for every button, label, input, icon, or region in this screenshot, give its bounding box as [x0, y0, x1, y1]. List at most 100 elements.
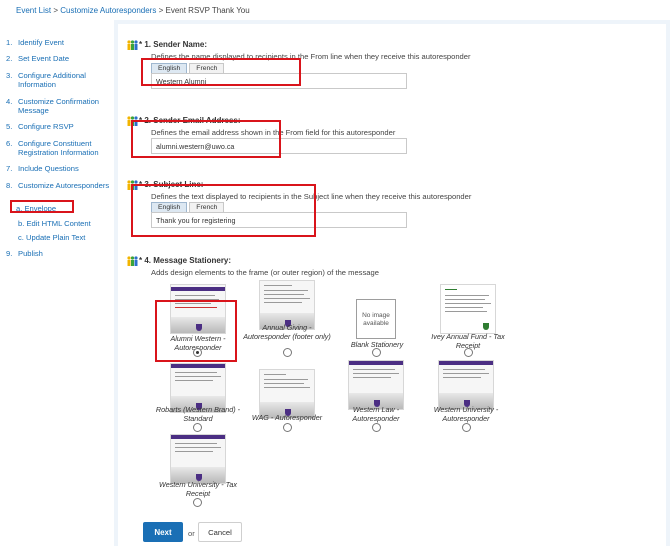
sidebar-item-number: 1.: [6, 38, 13, 47]
sidebar-item-number: 8.: [6, 181, 13, 190]
sidebar-item-number: 2.: [6, 54, 13, 63]
stationery-label: Robarts (Western Brand) - Standard: [155, 405, 241, 423]
thumbnail-line: [264, 285, 292, 286]
sidebar-item-number: 9.: [6, 249, 13, 258]
thumbnail-line: [175, 443, 217, 444]
breadcrumb-customize-autoresponders[interactable]: Customize Autoresponders: [60, 6, 156, 15]
thumbnail-line: [264, 379, 308, 380]
thumbnail-line: [443, 373, 489, 374]
thumbnail-line: [445, 303, 491, 304]
sender-name-title: * 1. Sender Name:: [139, 40, 207, 49]
message-stationery-title-text: 4. Message Stationery:: [144, 256, 232, 265]
sidebar-item-number: 7.: [6, 164, 13, 173]
stationery-thumbnail-alumni-western[interactable]: [170, 284, 226, 334]
thumbnail-line: [445, 307, 483, 308]
stationery-radio-western-tax-receipt[interactable]: [193, 498, 202, 507]
sidebar-subitem-edit-html-content[interactable]: b. Edit HTML Content: [18, 219, 91, 228]
thumbnail-line: [175, 447, 221, 448]
breadcrumb-current: Event RSVP Thank You: [165, 6, 250, 15]
breadcrumb-separator: >: [53, 6, 59, 15]
no-image-placeholder[interactable]: No image available: [356, 299, 396, 339]
subject-line-title-text: 3. Subject Line:: [144, 180, 204, 189]
sidebar-item-label: Configure RSVP: [18, 122, 74, 131]
thumbnail-header: [171, 435, 225, 439]
stationery-label: Annual Giving - Autoresponder (footer on…: [243, 323, 331, 341]
thumbnail-line: [264, 302, 302, 303]
thumbnail-header: [439, 361, 493, 365]
thumbnail-line: [445, 289, 457, 290]
sender-email-title-text: 2. Sender Email Address:: [144, 116, 241, 125]
sender-email-title: * 2. Sender Email Address:: [139, 116, 241, 125]
thumbnail-line: [445, 299, 485, 300]
breadcrumb-separator: >: [158, 6, 164, 15]
thumbnail-line: [443, 377, 481, 378]
thumbnail-line: [353, 373, 399, 374]
sender-email-input[interactable]: [151, 138, 407, 154]
sender-name-input[interactable]: [151, 73, 407, 89]
stationery-label: Western University - Tax Receipt: [159, 480, 237, 498]
breadcrumb-event-list[interactable]: Event List: [16, 6, 51, 15]
thumbnail-header: [349, 361, 403, 365]
thumbnail-line: [175, 451, 213, 452]
thumbnail-line: [175, 380, 213, 381]
thumbnail-line: [443, 369, 485, 370]
subject-line-input[interactable]: [151, 212, 407, 228]
sidebar-item-label: Identify Event: [18, 38, 65, 47]
stationery-thumbnail-western-law[interactable]: [348, 360, 404, 410]
thumbnail-line: [264, 294, 304, 295]
next-button[interactable]: Next: [143, 522, 183, 542]
thumbnail-line: [175, 372, 217, 373]
stationery-radio-robarts[interactable]: [193, 423, 202, 432]
people-icon: [127, 116, 138, 126]
thumbnail-line: [264, 383, 304, 384]
stationery-label: Western Law - Autoresponder: [352, 405, 400, 423]
thumbnail-line: [175, 299, 219, 300]
sidebar-item-label: Customize Autoresponders: [18, 181, 110, 190]
thumbnail-line: [175, 295, 215, 296]
sidebar-item-label: Configure Constituent Registration Infor…: [18, 139, 99, 157]
sidebar-item-number: 4.: [6, 97, 13, 106]
stationery-thumbnail-wag[interactable]: [259, 369, 315, 419]
crest-icon: [483, 323, 489, 330]
message-stationery-title: * 4. Message Stationery:: [139, 256, 231, 265]
people-icon: [127, 40, 138, 50]
sidebar-item-number: 5.: [6, 122, 13, 131]
stationery-radio-ivey[interactable]: [464, 348, 473, 357]
crest-icon: [196, 324, 202, 331]
stationery-label: WAG - Autoresponder: [251, 413, 323, 422]
sender-email-description: Defines the email address shown in the F…: [151, 128, 396, 137]
stationery-radio-alumni-western[interactable]: [193, 348, 202, 357]
thumbnail-header: [171, 364, 225, 368]
stationery-radio-wag[interactable]: [283, 423, 292, 432]
sidebar-item-number: 6.: [6, 139, 13, 148]
thumbnail-line: [264, 298, 310, 299]
stationery-radio-western-university[interactable]: [462, 423, 471, 432]
sidebar-item-label: Customize Confirmation Message: [18, 97, 100, 115]
breadcrumb: Event List > Customize Autoresponders > …: [16, 6, 250, 15]
sidebar-item-label: Configure Additional Information: [18, 71, 86, 89]
thumbnail-line: [264, 374, 286, 375]
subject-line-description: Defines the text displayed to recipients…: [151, 192, 472, 201]
stationery-thumbnail-western-university[interactable]: [438, 360, 494, 410]
thumbnail-line: [264, 290, 308, 291]
stationery-thumbnail-western-tax-receipt[interactable]: [170, 434, 226, 484]
thumbnail-line: [353, 369, 395, 370]
people-icon: [127, 180, 138, 190]
message-stationery-description: Adds design elements to the frame (or ou…: [151, 268, 379, 277]
stationery-radio-annual-giving[interactable]: [283, 348, 292, 357]
stationery-radio-blank[interactable]: [372, 348, 381, 357]
or-separator: or: [188, 529, 195, 538]
sender-name-description: Defines the name displayed to recipients…: [151, 52, 471, 61]
sidebar-item-label: Publish: [18, 249, 43, 258]
sender-name-title-text: 1. Sender Name:: [144, 40, 208, 49]
thumbnail-header: [171, 287, 225, 291]
sidebar-subitem-envelope[interactable]: a. Envelope: [16, 204, 56, 213]
stationery-thumbnail-ivey[interactable]: [440, 284, 496, 334]
stationery-radio-western-law[interactable]: [372, 423, 381, 432]
people-icon: [127, 256, 138, 266]
sidebar-item-label: Include Questions: [18, 164, 79, 173]
cancel-button[interactable]: Cancel: [198, 522, 242, 542]
sidebar-subitem-update-plain-text[interactable]: c. Update Plain Text: [18, 233, 85, 242]
sidebar-nav: 1. Identify Event 2. Set Event Date 3. C…: [0, 28, 114, 546]
stationery-label: Western University - Autoresponder: [433, 405, 499, 423]
